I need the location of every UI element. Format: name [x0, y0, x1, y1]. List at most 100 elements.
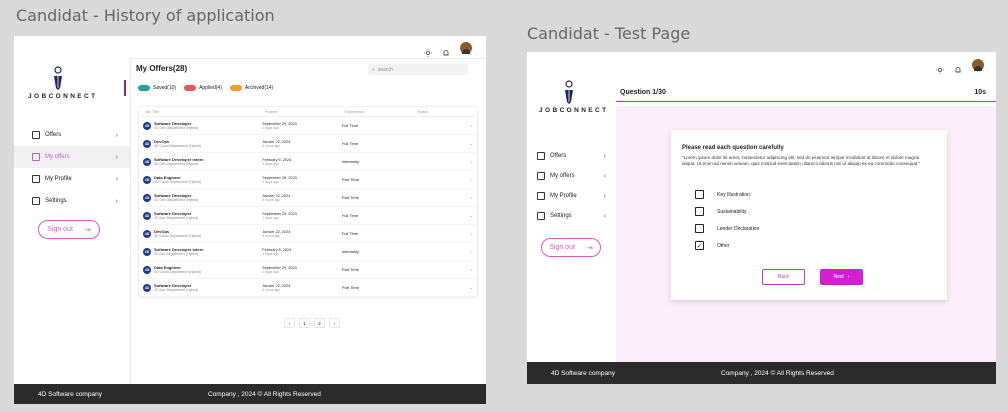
prev-page-button[interactable]: ‹ [284, 318, 295, 328]
page-1-button[interactable]: 1 [299, 318, 310, 328]
search-input[interactable]: ⌕ search [368, 64, 468, 75]
chevron-down-icon[interactable]: ⌄ [469, 141, 477, 147]
search-icon: ⌕ [372, 66, 375, 73]
tab-archived[interactable]: Archived(14) [229, 85, 273, 91]
company-logo-icon: 4D [143, 211, 151, 220]
experience-cell: Part Time [341, 267, 359, 272]
checkbox-checked[interactable]: ✓ [695, 241, 704, 250]
sidebar-item-my-profile[interactable]: My Profile › [527, 186, 616, 206]
logo-mark-icon [561, 80, 577, 104]
table-row[interactable]: 4D Software Developer 4D Dev Department (H… [139, 189, 477, 207]
posted-cell: Janvier 22, 2024 5 hours ago [262, 230, 342, 238]
table-row[interactable]: 4D Software Developer Intern 4D Dev Depart… [139, 153, 477, 171]
posted-ago: 4 days ago [262, 251, 279, 256]
job-cell: 4D Software Developer 4D Dev Department (H… [143, 121, 262, 130]
tab-applied[interactable]: Applied(4) [184, 85, 222, 91]
table-row[interactable]: 4D Data Engineer 4D Cloud Department (Hybr… [139, 261, 477, 279]
option-lender-declaration[interactable]: Lender Declaration [695, 220, 759, 237]
column-header: Status [417, 109, 428, 114]
job-info: Software Developer 4D Dev Department (Hyb… [154, 211, 198, 220]
avatar[interactable] [460, 42, 472, 54]
checkbox[interactable] [695, 207, 704, 216]
job-department: 4D Dev Department (Hybrid) [154, 126, 199, 130]
next-page-button[interactable]: › [329, 318, 340, 328]
chevron-right-icon: › [603, 212, 606, 220]
job-department: 4D Dev Department (Hybrid) [154, 216, 199, 220]
chevron-down-icon[interactable]: ⌄ [469, 159, 477, 165]
experience-cell: Internship [341, 159, 360, 164]
chevron-down-icon[interactable]: ⌄ [469, 213, 477, 219]
job-info: Software Developer Intern 4D Dev Departme… [154, 157, 204, 166]
sidebar-nav: Offers › My offers › My Profile › Settings › [527, 146, 616, 226]
job-info: DevOps 4D Cloud Department (Hybrid) [154, 139, 201, 148]
chevron-down-icon[interactable]: ⌄ [469, 177, 477, 183]
sidebar-item-label: My Profile [45, 176, 72, 182]
question-text: "Lorem ipsum dolor sit amet, consectetur… [682, 155, 921, 166]
posted-cell: February 5, 2024 4 days ago [262, 158, 342, 166]
experience-cell: Full Time [341, 123, 359, 128]
job-info: Data Engineer 4D Cloud Department (Hybrid… [154, 265, 201, 274]
table-row[interactable]: 4D Software Developer 4D Dev Department (H… [139, 117, 477, 135]
table-row[interactable]: 4D Software Developer Intern 4D Dev Depart… [139, 243, 477, 261]
sidebar-item-my-offers[interactable]: My offers › [14, 146, 130, 168]
posted-ago: 5 hours ago [262, 233, 281, 238]
job-info: Software Developer 4D Dev Department (Hyb… [154, 121, 198, 130]
chevron-down-icon[interactable]: ⌄ [469, 267, 477, 273]
sign-out-button[interactable]: Sign out ⇥ [541, 238, 601, 257]
experience-cell: Full Time [341, 231, 359, 236]
chevron-down-icon[interactable]: ⌄ [469, 231, 477, 237]
posted-cell: Janvier 22, 2024 5 hours ago [262, 140, 342, 148]
answer-options: Key Illustration Sustainability Lender D… [695, 186, 759, 254]
option-label: Sustainability [717, 208, 747, 215]
back-button[interactable]: Back [762, 269, 805, 285]
next-button[interactable]: Next › [820, 269, 863, 285]
company-logo-icon: 4D [143, 283, 151, 292]
checkbox[interactable] [695, 190, 704, 199]
page-2-button[interactable]: 2 [314, 318, 325, 328]
option-label: Lender Declaration [717, 225, 760, 232]
sidebar-item-offers[interactable]: Offers › [527, 146, 616, 166]
sidebar-item-offers[interactable]: Offers › [14, 124, 130, 146]
job-department: 4D Dev Department (Hybrid) [154, 288, 199, 292]
chevron-down-icon[interactable]: ⌄ [469, 285, 477, 291]
job-cell: 4D Software Developer Intern 4D Dev Depart… [143, 247, 262, 256]
option-label: Other [717, 242, 730, 249]
sidebar-item-settings[interactable]: Settings › [527, 206, 616, 226]
chevron-down-icon[interactable]: ⌄ [469, 249, 477, 255]
option-label: Key Illustration [717, 191, 750, 198]
page-title: My Offers(28) [136, 64, 188, 73]
option-sustainability[interactable]: Sustainability [695, 203, 759, 220]
sun-icon[interactable] [936, 61, 944, 74]
chevron-down-icon[interactable]: ⌄ [469, 195, 477, 201]
sign-out-button[interactable]: Sign out ⇥ [38, 220, 100, 239]
job-department: 4D Cloud Department (Hybrid) [154, 270, 202, 274]
logout-icon: ⇥ [84, 226, 91, 234]
sidebar-item-label: Offers [550, 153, 567, 159]
table-row[interactable]: 4D Software Developer 4D Dev Department (H… [139, 207, 477, 225]
sidebar-item-my-offers[interactable]: My offers › [527, 166, 616, 186]
tab-saved[interactable]: Saved(10) [138, 85, 176, 91]
sidebar-item-label: My Profile [550, 193, 577, 199]
avatar[interactable] [972, 59, 984, 71]
bell-icon[interactable] [442, 44, 450, 56]
checkbox[interactable] [695, 224, 704, 233]
job-department: 4D Dev Department (Hybrid) [154, 252, 199, 256]
chevron-down-icon[interactable]: ⌄ [469, 123, 477, 129]
company-logo-icon: 4D [143, 175, 151, 184]
table-row[interactable]: 4D DevOps 4D Cloud Department (Hybrid) Janv… [139, 135, 477, 153]
sun-icon[interactable] [424, 44, 432, 57]
table-header: Job Title Posted Experience Status [139, 107, 477, 117]
footer: 4D Software company Company , 2024 © All… [14, 384, 486, 404]
option-other[interactable]: ✓ Other [695, 237, 759, 254]
table-row[interactable]: 4D Data Engineer 4D Cloud Department (Hybr… [139, 171, 477, 189]
option-key-illustration[interactable]: Key Illustration [695, 186, 759, 203]
company-logo-icon: 4D [143, 229, 151, 238]
sidebar-item-my-profile[interactable]: My Profile › [14, 168, 130, 190]
bell-icon[interactable] [954, 61, 962, 73]
sidebar-item-label: Settings [550, 213, 572, 219]
sidebar-item-settings[interactable]: Settings › [14, 190, 130, 212]
sign-out-label: Sign out [549, 244, 575, 251]
table-row[interactable]: 4D Software Developer 4D Dev Department (H… [139, 279, 477, 297]
table-row[interactable]: 4D DevOps 4D Cloud Department (Hybrid) Janv… [139, 225, 477, 243]
canvas-title-test: Candidat - Test Page [527, 24, 691, 43]
